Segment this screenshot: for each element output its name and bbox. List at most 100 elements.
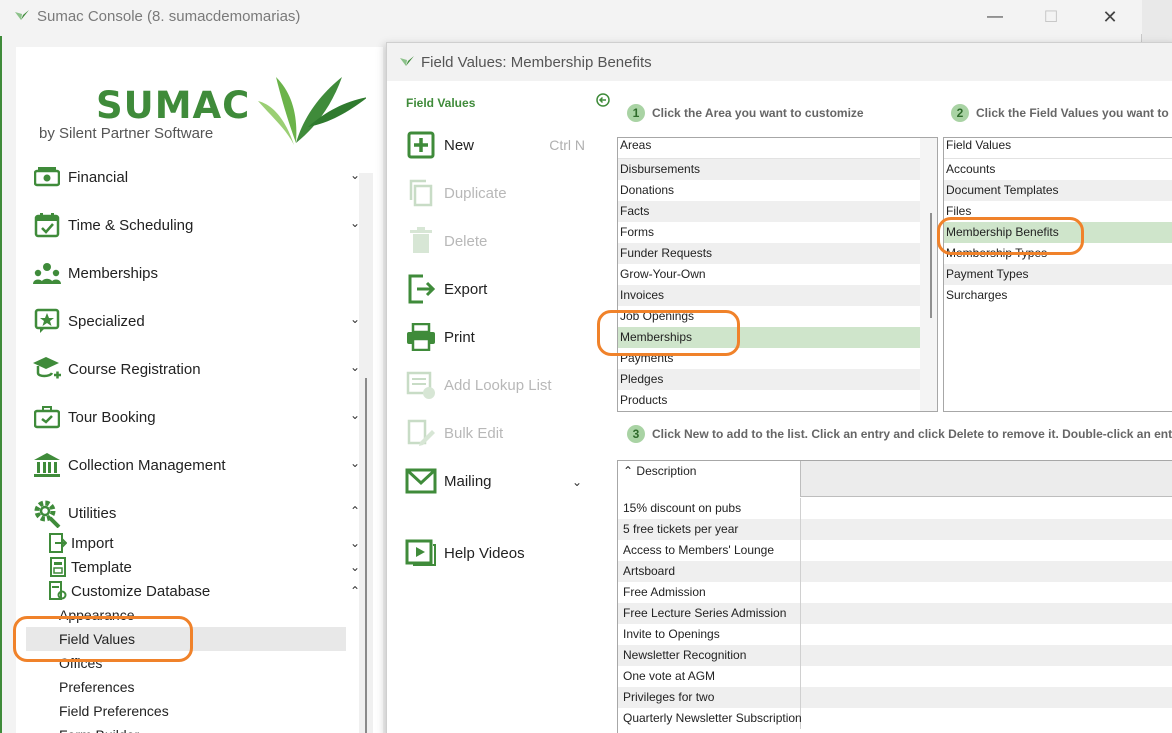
table-row[interactable]: Quarterly Newsletter Subscription bbox=[618, 708, 1172, 729]
table-cell-empty[interactable] bbox=[802, 645, 1172, 666]
list-item[interactable]: Surcharges bbox=[944, 285, 1172, 306]
export-button[interactable]: Export bbox=[405, 272, 585, 306]
table-cell[interactable]: Newsletter Recognition bbox=[618, 645, 801, 666]
description-column-header[interactable]: ⌃ Description bbox=[618, 461, 801, 497]
nav-form-builder[interactable]: Form Builder bbox=[26, 723, 346, 733]
nav-appearance[interactable]: Appearance bbox=[26, 603, 346, 627]
bulk-edit-label: Bulk Edit bbox=[444, 424, 504, 442]
table-row[interactable]: 15% discount on pubs bbox=[618, 498, 1172, 519]
table-cell[interactable]: 5 free tickets per year bbox=[618, 519, 801, 540]
nav-preferences[interactable]: Preferences bbox=[26, 675, 346, 699]
list-item[interactable]: Donations bbox=[618, 180, 937, 201]
nav-course-registration[interactable]: Course Registration ⌄ bbox=[32, 354, 362, 384]
list-item[interactable]: Membership Types bbox=[944, 243, 1172, 264]
help-videos-button[interactable]: Help Videos bbox=[405, 536, 585, 570]
minimize-button[interactable]: — bbox=[972, 0, 1018, 34]
table-cell-empty[interactable] bbox=[802, 540, 1172, 561]
list-item[interactable]: Pledges bbox=[618, 369, 937, 390]
table-cell-empty[interactable] bbox=[802, 708, 1172, 729]
table-row[interactable]: Newsletter Recognition bbox=[618, 645, 1172, 666]
areas-header: Areas bbox=[618, 138, 937, 159]
nav-import[interactable]: Import ⌄ bbox=[48, 531, 360, 555]
table-cell[interactable]: 15% discount on pubs bbox=[618, 498, 801, 519]
table-cell-empty[interactable] bbox=[802, 666, 1172, 687]
import-icon bbox=[48, 532, 68, 554]
table-row[interactable]: Access to Members' Lounge bbox=[618, 540, 1172, 561]
list-item[interactable]: Files bbox=[944, 201, 1172, 222]
table-cell-empty[interactable] bbox=[802, 582, 1172, 603]
step-text: Click the Field Values you want to edit bbox=[976, 106, 1172, 120]
table-cell[interactable]: One vote at AGM bbox=[618, 666, 801, 687]
maximize-button[interactable]: ☐ bbox=[1028, 0, 1074, 34]
table-cell-empty[interactable] bbox=[802, 603, 1172, 624]
close-button[interactable]: ✕ bbox=[1087, 0, 1133, 34]
list-item[interactable]: Invoices bbox=[618, 285, 937, 306]
list-item[interactable]: Facts bbox=[618, 201, 937, 222]
table-cell-empty[interactable] bbox=[802, 624, 1172, 645]
nav-specialized[interactable]: Specialized ⌄ bbox=[32, 306, 362, 336]
scrollbar-thumb[interactable] bbox=[365, 378, 367, 733]
table-cell[interactable]: Access to Members' Lounge bbox=[618, 540, 801, 561]
bulk-edit-button[interactable]: Bulk Edit bbox=[405, 416, 585, 450]
bulk-edit-icon bbox=[405, 417, 437, 449]
table-cell[interactable]: Invite to Openings bbox=[618, 624, 801, 645]
add-lookup-list-button[interactable]: Add Lookup List bbox=[405, 368, 585, 402]
table-row[interactable]: Free Lecture Series Admission bbox=[618, 603, 1172, 624]
sidebar-scrollbar[interactable] bbox=[359, 173, 373, 733]
list-item[interactable]: Grow-Your-Own bbox=[618, 264, 937, 285]
back-arrow-icon[interactable] bbox=[596, 93, 610, 107]
table-row[interactable]: Free Admission bbox=[618, 582, 1172, 603]
list-item[interactable]: Funder Requests bbox=[618, 243, 937, 264]
calendar-check-icon bbox=[32, 210, 62, 240]
delete-button[interactable]: Delete bbox=[405, 224, 585, 258]
nav-tour-booking[interactable]: Tour Booking ⌄ bbox=[32, 402, 362, 432]
table-row[interactable]: One vote at AGM bbox=[618, 666, 1172, 687]
chevron-down-icon[interactable]: ⌄ bbox=[572, 475, 582, 489]
table-row[interactable]: 5 free tickets per year bbox=[618, 519, 1172, 540]
table-row[interactable]: Artsboard bbox=[618, 561, 1172, 582]
nav-customize-database[interactable]: Customize Database ⌃ bbox=[48, 579, 360, 603]
table-cell[interactable]: Artsboard bbox=[618, 561, 801, 582]
list-item[interactable]: Forms bbox=[618, 222, 937, 243]
list-item-selected[interactable]: Memberships bbox=[618, 327, 937, 348]
nav-offices[interactable]: Offices bbox=[26, 651, 346, 675]
list-item-selected[interactable]: Membership Benefits bbox=[944, 222, 1172, 243]
duplicate-button[interactable]: Duplicate bbox=[405, 176, 585, 210]
nav-field-preferences[interactable]: Field Preferences bbox=[26, 699, 346, 723]
new-button[interactable]: New Ctrl N bbox=[405, 128, 585, 162]
list-item[interactable]: Document Templates bbox=[944, 180, 1172, 201]
table-cell-empty[interactable] bbox=[802, 519, 1172, 540]
trash-icon bbox=[405, 225, 437, 257]
table-cell-empty[interactable] bbox=[802, 687, 1172, 708]
list-item[interactable]: Payment Types bbox=[944, 264, 1172, 285]
nav-time-scheduling[interactable]: Time & Scheduling ⌄ bbox=[32, 210, 362, 240]
table-cell[interactable]: Free Admission bbox=[618, 582, 801, 603]
list-item[interactable]: Disbursements bbox=[618, 159, 937, 180]
field-values-list[interactable]: Field Values Accounts Document Templates… bbox=[943, 137, 1172, 412]
list-item[interactable]: Products bbox=[618, 390, 937, 411]
list-item[interactable]: Payments bbox=[618, 348, 937, 369]
nav-collection-management[interactable]: Collection Management ⌄ bbox=[32, 450, 362, 480]
mailing-button[interactable]: Mailing ⌄ bbox=[405, 464, 585, 498]
table-cell[interactable]: Privileges for two bbox=[618, 687, 801, 708]
areas-scrollbar[interactable] bbox=[920, 138, 937, 411]
table-cell-empty[interactable] bbox=[802, 561, 1172, 582]
areas-list[interactable]: Areas Disbursements Donations Facts Form… bbox=[617, 137, 938, 412]
table-row[interactable]: Invite to Openings bbox=[618, 624, 1172, 645]
table-cell[interactable]: Quarterly Newsletter Subscription bbox=[618, 708, 802, 729]
nav-utilities[interactable]: Utilities ⌃ bbox=[32, 498, 362, 528]
nav-template[interactable]: Template ⌄ bbox=[48, 555, 360, 579]
list-item[interactable]: Job Openings bbox=[618, 306, 937, 327]
add-lookup-list-label: Add Lookup List bbox=[444, 376, 552, 394]
table-cell-empty[interactable] bbox=[802, 498, 1172, 519]
table-cell[interactable]: Free Lecture Series Admission bbox=[618, 603, 801, 624]
print-button[interactable]: Print bbox=[405, 320, 585, 354]
nav-field-values[interactable]: Field Values bbox=[26, 627, 346, 651]
nav-financial[interactable]: Financial ⌄ bbox=[32, 162, 362, 192]
values-grid[interactable]: ⌃ Description 15% discount on pubs 5 fre… bbox=[617, 460, 1172, 733]
list-item[interactable]: Accounts bbox=[944, 159, 1172, 180]
scrollbar-thumb[interactable] bbox=[930, 213, 932, 318]
nav-memberships[interactable]: Memberships bbox=[32, 258, 362, 288]
sort-ascending-icon: ⌃ bbox=[623, 464, 634, 478]
table-row[interactable]: Privileges for two bbox=[618, 687, 1172, 708]
